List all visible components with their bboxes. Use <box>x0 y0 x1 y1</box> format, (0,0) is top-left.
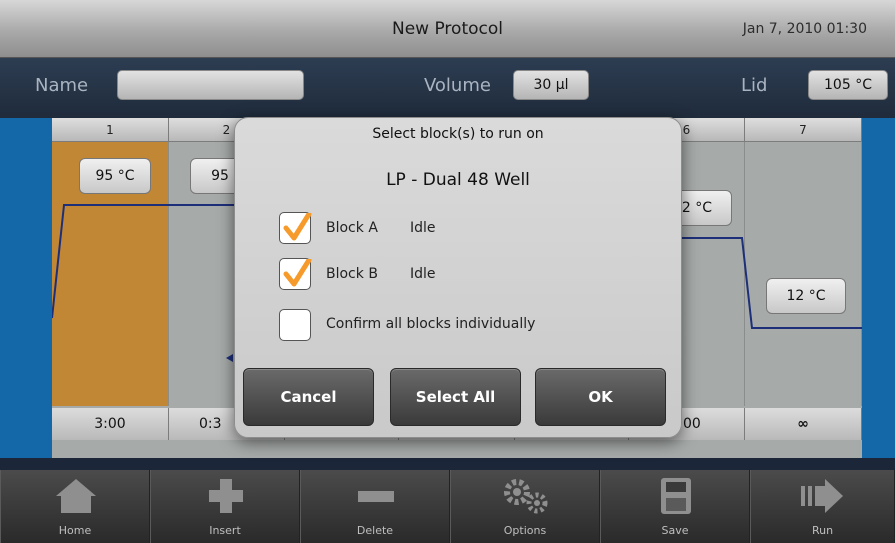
home-button[interactable]: Home <box>0 470 150 543</box>
block-a-label: Block A <box>326 220 378 236</box>
gears-icon <box>451 476 599 516</box>
step-7-temp-button[interactable]: 12 °C <box>766 278 846 314</box>
volume-label: Volume <box>424 75 491 96</box>
dialog-subtitle: LP - Dual 48 Well <box>386 170 530 190</box>
insert-button[interactable]: Insert <box>150 470 300 543</box>
dialog-title: Select block(s) to run on <box>372 126 544 142</box>
run-button[interactable]: Run <box>750 470 895 543</box>
checkmark-icon <box>283 213 312 241</box>
select-blocks-dialog: Select block(s) to run on LP - Dual 48 W… <box>234 117 682 438</box>
insert-label: Insert <box>209 524 241 537</box>
block-a-status: Idle <box>410 220 436 236</box>
options-button[interactable]: Options <box>450 470 600 543</box>
right-edge <box>862 118 895 458</box>
step-7-time[interactable]: ∞ <box>745 408 862 440</box>
name-field[interactable] <box>117 70 304 100</box>
ok-button[interactable]: OK <box>535 368 666 426</box>
block-b-label: Block B <box>326 266 378 282</box>
delete-label: Delete <box>356 524 394 537</box>
step-1-temp-button[interactable]: 95 °C <box>79 158 151 194</box>
datetime: Jan 7, 2010 01:30 <box>742 21 867 37</box>
info-bar: Name Volume 30 µl Lid 105 °C <box>0 58 895 118</box>
minus-icon <box>301 476 449 516</box>
run-label: Run <box>811 524 834 537</box>
block-b-checkbox[interactable] <box>279 258 312 290</box>
checkmark-icon <box>283 259 312 287</box>
block-a-checkbox[interactable] <box>279 212 312 244</box>
save-label: Save <box>661 524 689 537</box>
lid-field[interactable]: 105 °C <box>808 70 888 100</box>
bottom-toolbar: Home Insert Delete Options Save Run <box>0 470 895 543</box>
delete-button[interactable]: Delete <box>300 470 450 543</box>
step-1-time[interactable]: 3:00 <box>52 408 169 440</box>
plus-icon <box>151 476 299 516</box>
volume-field[interactable]: 30 µl <box>513 70 589 100</box>
cancel-button[interactable]: Cancel <box>243 368 374 426</box>
home-label: Home <box>58 524 92 537</box>
home-icon <box>1 476 149 516</box>
run-arrow-icon <box>751 476 894 516</box>
name-label: Name <box>35 75 89 96</box>
save-button[interactable]: Save <box>600 470 750 543</box>
lid-label: Lid <box>741 75 768 96</box>
confirm-blocks-checkbox[interactable] <box>279 309 311 341</box>
select-all-button[interactable]: Select All <box>390 368 521 426</box>
left-edge <box>0 118 52 458</box>
floppy-disk-icon <box>601 476 749 516</box>
options-label: Options <box>503 524 547 537</box>
confirm-blocks-label: Confirm all blocks individually <box>326 316 536 332</box>
title-bar: New Protocol Jan 7, 2010 01:30 <box>0 0 895 58</box>
block-b-status: Idle <box>410 266 436 282</box>
